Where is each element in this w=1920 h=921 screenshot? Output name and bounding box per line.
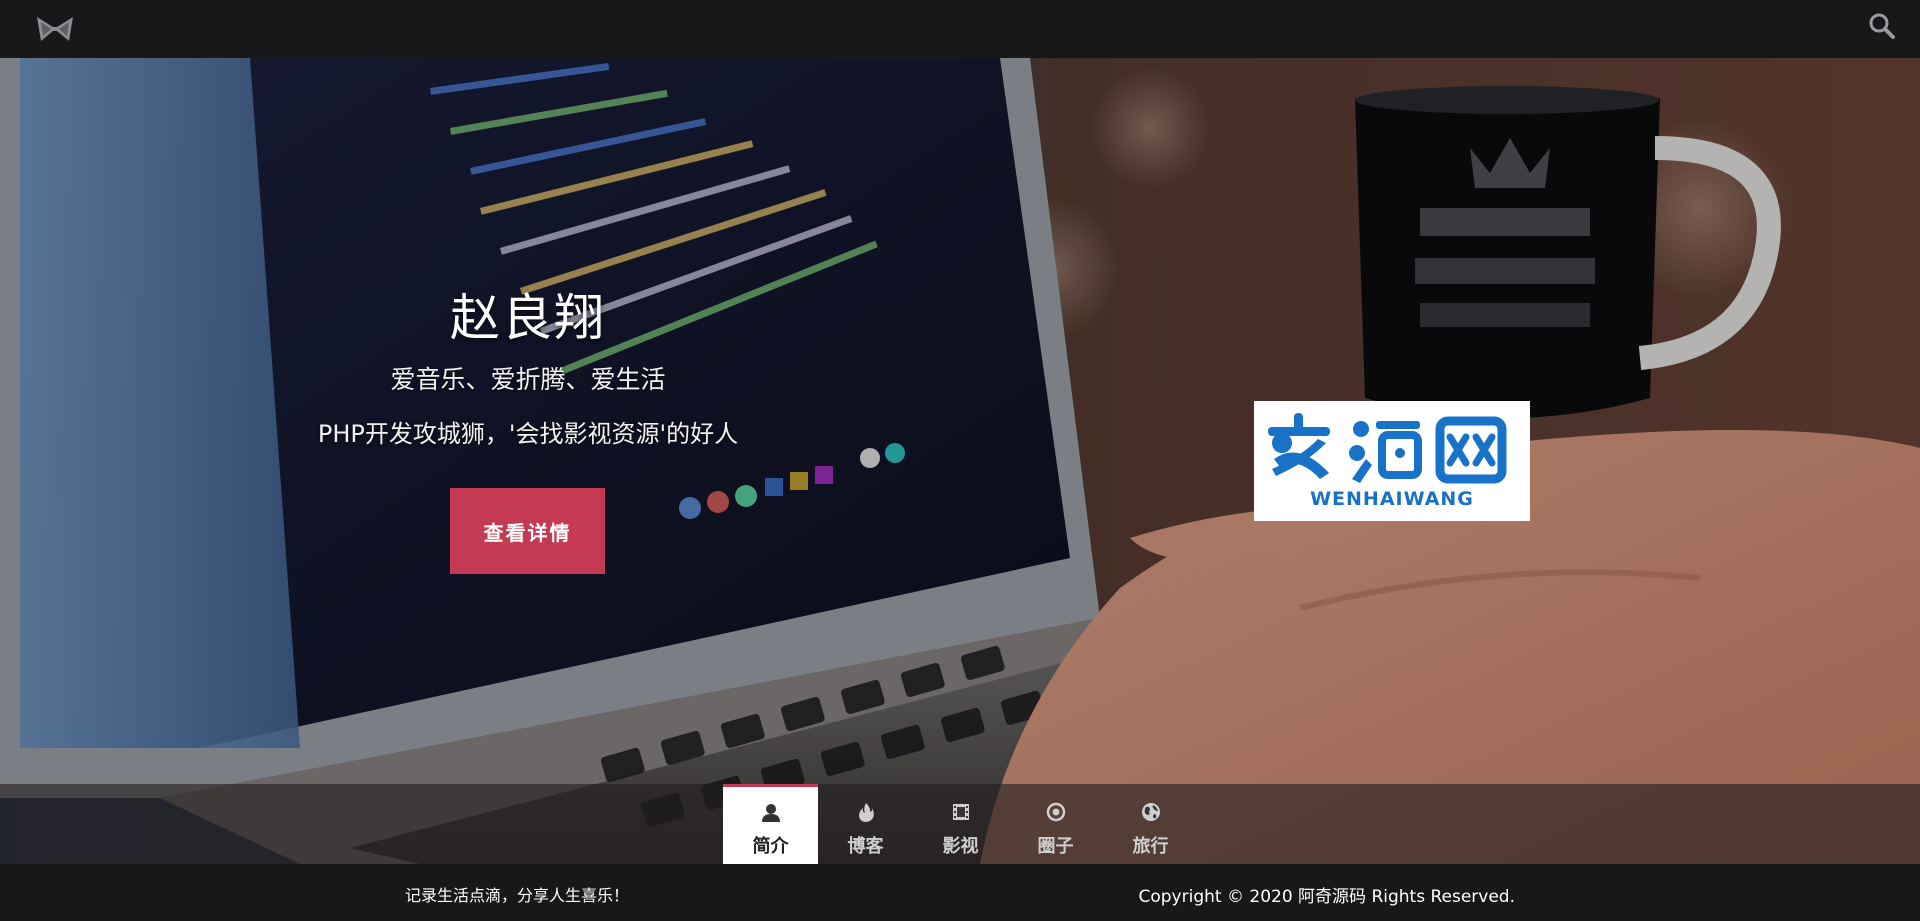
target-icon bbox=[1046, 802, 1066, 822]
tab-label: 博客 bbox=[847, 836, 884, 857]
watermark-latin-text: WENHAIWANG bbox=[1310, 488, 1474, 510]
tab-circle[interactable]: 圈子 bbox=[1008, 784, 1103, 864]
tab-movies[interactable]: 影视 bbox=[913, 784, 1008, 864]
user-icon bbox=[761, 803, 781, 823]
view-details-button[interactable]: 查看详情 bbox=[450, 488, 605, 574]
film-icon bbox=[951, 802, 971, 822]
tab-label: 旅行 bbox=[1132, 836, 1169, 857]
footer-copyright: Copyright © 2020 阿奇源码 Rights Reserved. bbox=[1138, 887, 1516, 907]
tab-label: 圈子 bbox=[1037, 836, 1074, 857]
globe-icon bbox=[1141, 802, 1161, 822]
watermark-brand-glyphs bbox=[1268, 413, 1507, 484]
hero-banner: 赵良翔 爱音乐、爱折腾、爱生活 PHP开发攻城狮，'会找影视资源'的好人 查看详… bbox=[0, 58, 1920, 864]
hero-background-image bbox=[0, 58, 1920, 864]
fire-icon bbox=[856, 802, 876, 822]
tab-label: 简介 bbox=[752, 836, 789, 857]
site-footer: 记录生活点滴，分享人生喜乐！ Copyright © 2020 阿奇源码 Rig… bbox=[0, 864, 1920, 921]
tab-intro[interactable]: 简介 bbox=[723, 784, 818, 864]
tab-label: 影视 bbox=[942, 836, 979, 857]
section-tab-bar: 简介 博客 影视 圈子 旅行 bbox=[0, 784, 1920, 864]
search-icon[interactable] bbox=[1866, 10, 1898, 42]
hero-tagline: PHP开发攻城狮，'会找影视资源'的好人 bbox=[317, 420, 739, 448]
footer-slogan: 记录生活点滴，分享人生喜乐！ bbox=[405, 886, 630, 905]
hero-subtitle: 爱音乐、爱折腾、爱生活 bbox=[390, 365, 666, 394]
bow-logo-icon[interactable] bbox=[36, 14, 74, 44]
top-navbar bbox=[0, 0, 1920, 58]
hero-title: 赵良翔 bbox=[450, 289, 606, 347]
tab-travel[interactable]: 旅行 bbox=[1103, 784, 1198, 864]
tab-blog[interactable]: 博客 bbox=[818, 784, 913, 864]
watermark-logo: WENHAIWANG bbox=[1254, 401, 1530, 521]
